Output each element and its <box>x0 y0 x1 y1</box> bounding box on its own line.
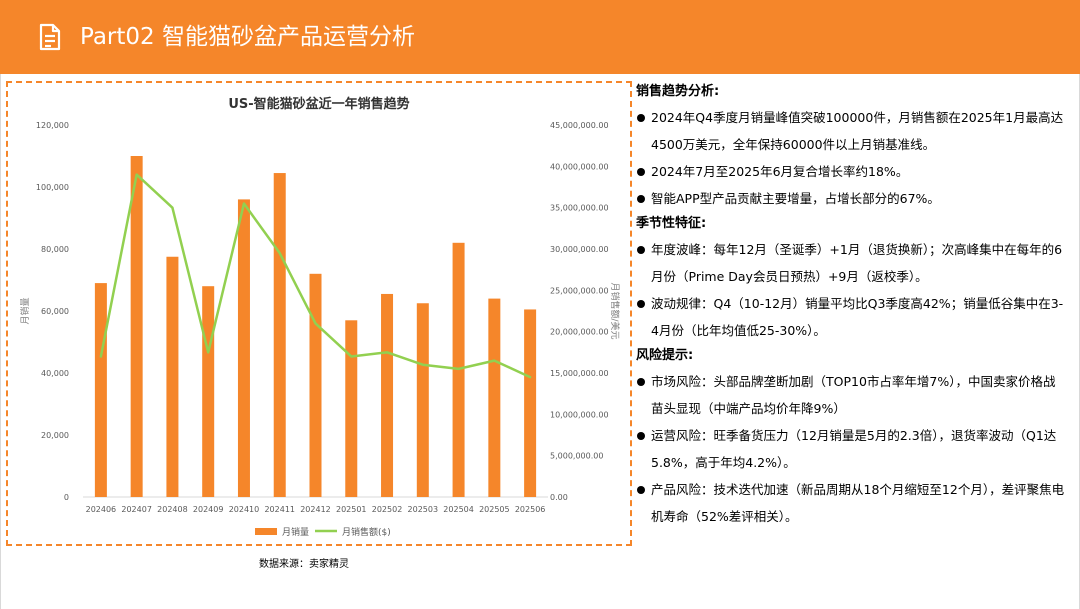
y-right-tick-label: 0.00 <box>550 493 568 502</box>
header-bar: Part02 智能猫砂盆产品运营分析 <box>0 0 1080 74</box>
x-tick-label: 202502 <box>372 505 403 514</box>
y-tick-label: 40,000 <box>41 369 69 378</box>
bullet-item: 2024年Q4季度月销量峰值突破100000件，月销售额在2025年1月最高达4… <box>636 104 1066 158</box>
bullet-text: 市场风险：头部品牌垄断加剧（TOP10市占率年增7%），中国卖家价格战苗头显现（… <box>651 374 1056 416</box>
y-right-tick-label: 25,000,000.00 <box>550 286 609 295</box>
x-tick-label: 202409 <box>193 505 224 514</box>
bullet-text: 产品风险：技术迭代加速（新品周期从18个月缩短至12个月），差评聚焦电机寿命（5… <box>651 482 1065 524</box>
bullet-text: 波动规律：Q4（10-12月）销量平均比Q3季度高42%；销量低谷集中在3-4月… <box>651 296 1064 338</box>
x-tick-label: 202504 <box>443 505 474 514</box>
section-heading: 销售趋势分析: <box>636 84 720 99</box>
x-tick-label: 202505 <box>479 505 510 514</box>
bar-monthly-volume <box>416 303 429 497</box>
x-tick-label: 202408 <box>157 505 188 514</box>
bar-monthly-volume <box>309 273 322 497</box>
bar-monthly-volume <box>237 199 250 497</box>
bar-monthly-volume <box>381 293 394 497</box>
analysis-panel: 销售趋势分析: 2024年Q4季度月销量峰值突破100000件，月销售额在2025… <box>636 80 1066 530</box>
bar-monthly-volume <box>488 298 501 497</box>
bullet-text: 2024年7月至2025年6月复合增长率约18%。 <box>651 164 909 179</box>
x-tick-label: 202411 <box>264 505 295 514</box>
bullet-dot-icon <box>637 114 645 122</box>
chart-container: US-智能猫砂盆近一年销售趋势 0 20,000 40,000 60,000 80,000… <box>6 81 632 546</box>
sales-trend-chart: US-智能猫砂盆近一年销售趋势 0 20,000 40,000 60,000 80,000… <box>19 96 621 538</box>
y-right-tick-label: 30,000,000.00 <box>550 245 609 254</box>
y-tick-label: 80,000 <box>41 245 69 254</box>
bullet-item: 运营风险：旺季备货压力（12月销量是5月的2.3倍），退货率波动（Q1达5.8%… <box>636 422 1066 476</box>
bar-monthly-volume <box>273 173 286 498</box>
y-right-tick-label: 35,000,000.00 <box>550 204 609 213</box>
frame-border-left <box>0 74 1 609</box>
y-tick-label: 120,000 <box>36 121 69 130</box>
legend-label: 月销量 <box>282 526 309 538</box>
y-right-tick-label: 10,000,000.00 <box>550 410 609 419</box>
y-right-tick-label: 45,000,000.00 <box>550 121 609 130</box>
bar-monthly-volume <box>130 156 143 497</box>
document-icon <box>39 23 61 51</box>
bar-monthly-volume <box>524 309 537 497</box>
bullet-dot-icon <box>637 195 645 203</box>
bullet-item: 智能APP型产品贡献主要增量，占增长部分的67%。 <box>636 185 1066 212</box>
y-right-tick-label: 40,000,000.00 <box>550 162 609 171</box>
y-right-axis-title: 月销售额/美元 <box>609 282 621 339</box>
page-title: Part02 智能猫砂盆产品运营分析 <box>80 24 415 50</box>
bullet-item: 2024年7月至2025年6月复合增长率约18%。 <box>636 158 1066 185</box>
bullet-text: 年度波峰：每年12月（圣诞季）+1月（退货换新）；次高峰集中在每年的6月份（Pr… <box>651 242 1063 284</box>
y-right-tick-label: 15,000,000.00 <box>550 369 609 378</box>
bullet-item: 年度波峰：每年12月（圣诞季）+1月（退货换新）；次高峰集中在每年的6月份（Pr… <box>636 236 1066 290</box>
bullet-item: 波动规律：Q4（10-12月）销量平均比Q3季度高42%；销量低谷集中在3-4月… <box>636 290 1066 344</box>
section-heading: 风险提示: <box>636 348 694 363</box>
bar-monthly-volume <box>202 286 215 497</box>
y-right-tick-label: 5,000,000.00 <box>550 452 603 461</box>
x-tick-label: 202410 <box>229 505 260 514</box>
bullet-item: 市场风险：头部品牌垄断加剧（TOP10市占率年增7%），中国卖家价格战苗头显现（… <box>636 368 1066 422</box>
x-tick-label: 202406 <box>86 505 117 514</box>
legend-bar-swatch <box>255 528 277 535</box>
y-tick-label: 60,000 <box>41 307 69 316</box>
x-tick-label: 202407 <box>121 505 152 514</box>
bullet-dot-icon <box>637 246 645 254</box>
bullet-dot-icon <box>637 432 645 440</box>
section-heading: 季节性特征: <box>636 216 707 231</box>
bar-monthly-volume <box>345 320 358 497</box>
bullet-dot-icon <box>637 486 645 494</box>
x-tick-label: 202506 <box>515 505 546 514</box>
x-tick-label: 202501 <box>336 505 367 514</box>
legend-label: 月销售额($) <box>342 526 391 538</box>
bullet-text: 2024年Q4季度月销量峰值突破100000件，月销售额在2025年1月最高达4… <box>651 110 1064 152</box>
y-tick-label: 0 <box>64 493 69 502</box>
data-source-note: 数据来源：卖家精灵 <box>259 559 349 570</box>
y-axis-title: 月销量 <box>19 297 31 324</box>
x-tick-label: 202412 <box>300 505 331 514</box>
bullet-dot-icon <box>637 168 645 176</box>
bullet-text: 运营风险：旺季备货压力（12月销量是5月的2.3倍），退货率波动（Q1达5.8%… <box>651 428 1057 470</box>
bullet-item: 产品风险：技术迭代加速（新品周期从18个月缩短至12个月），差评聚焦电机寿命（5… <box>636 476 1066 530</box>
bullet-dot-icon <box>637 300 645 308</box>
bullet-dot-icon <box>637 378 645 386</box>
chart-title: US-智能猫砂盆近一年销售趋势 <box>228 96 409 112</box>
x-tick-label: 202503 <box>408 505 439 514</box>
bar-monthly-volume <box>166 256 179 497</box>
y-tick-label: 20,000 <box>41 431 69 440</box>
y-tick-label: 100,000 <box>36 183 69 192</box>
bar-monthly-volume <box>94 283 107 497</box>
bullet-text: 智能APP型产品贡献主要增量，占增长部分的67%。 <box>651 191 940 206</box>
y-right-tick-label: 20,000,000.00 <box>550 328 609 337</box>
